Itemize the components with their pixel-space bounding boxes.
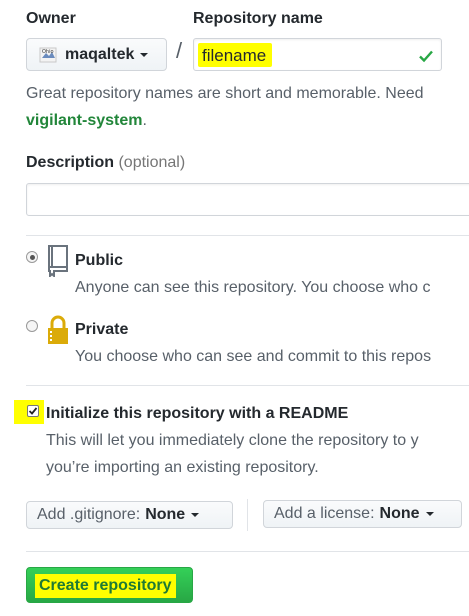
repo-name-hint: Great repository names are short and mem… [26,85,424,102]
license-dropdown[interactable]: Add a license: None [263,500,462,528]
readme-desc-line1: This will let you immediately clone the … [46,432,419,449]
vertical-divider [247,499,248,531]
slash-separator: / [176,38,183,63]
checkmark-icon [28,407,38,415]
owner-name: maqaltek [65,45,135,63]
public-title: Public [75,252,124,269]
svg-text:Ohio: Ohio [42,49,54,55]
name-suggestion-link[interactable]: vigilant-system [26,112,142,129]
optional-tag: (optional) [118,154,186,171]
private-title: Private [75,321,129,338]
readme-checkbox[interactable] [27,405,39,417]
lock-icon [48,315,68,344]
license-prefix: Add a license: [274,505,375,522]
create-repository-label: Create repository [35,574,176,598]
owner-label: Owner [26,10,76,27]
gitignore-value: None [145,506,186,523]
private-desc: You choose who can see and commit to thi… [75,348,432,365]
suggestion-line: vigilant-system. [26,112,147,130]
gitignore-dropdown[interactable]: Add .gitignore: None [26,501,233,529]
repo-name-label: Repository name [193,10,323,27]
owner-avatar: Ohio [39,46,57,64]
owner-dropdown[interactable]: Ohio maqaltek [26,38,167,71]
gitignore-prefix: Add .gitignore: [37,506,141,523]
check-icon [419,50,433,63]
suggestion-suffix: . [142,112,147,129]
repo-icon [48,245,68,277]
chevron-down-icon [140,52,149,57]
divider [26,235,469,236]
chevron-down-icon [191,513,200,517]
description-input[interactable] [26,183,469,216]
description-label: Description (optional) [26,154,185,172]
readme-label: Initialize this repository with a README [46,405,349,422]
create-repository-button[interactable]: Create repository [26,567,193,603]
avatar-icon: Ohio [39,47,57,62]
license-value: None [379,505,420,522]
private-radio[interactable] [26,320,38,332]
public-radio[interactable] [26,251,38,263]
divider [26,385,469,386]
description-label-text: Description [26,154,115,171]
readme-desc-line2: you’re importing an existing repository. [46,459,319,476]
repo-name-input[interactable]: filename [193,38,442,71]
chevron-down-icon [425,512,434,516]
repo-name-value: filename [198,43,273,67]
divider [26,551,469,552]
public-desc: Anyone can see this repository. You choo… [75,279,431,296]
